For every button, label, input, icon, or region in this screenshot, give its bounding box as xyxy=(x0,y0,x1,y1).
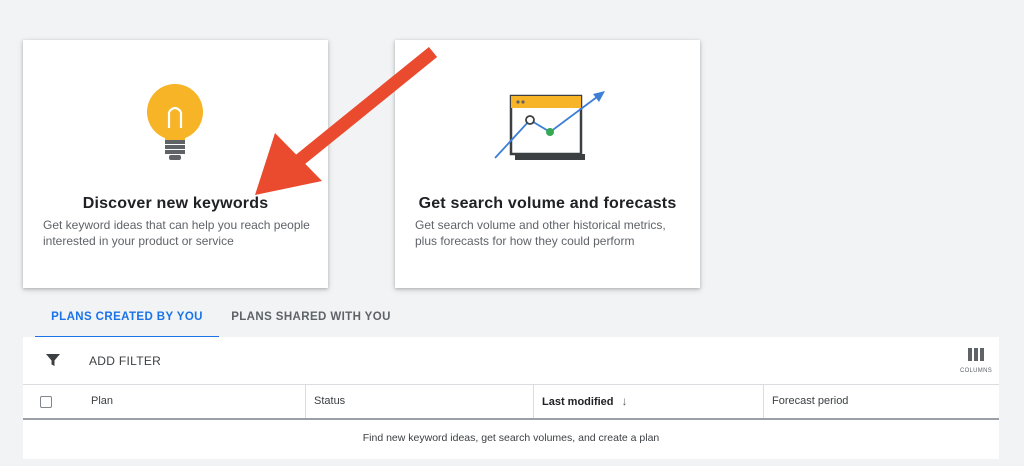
card-description: Get keyword ideas that can help you reac… xyxy=(43,218,310,248)
filter-bar: ADD FILTER COLUMNS xyxy=(23,337,999,385)
table-header-row: Plan Status Last modified ↓ Forecast peri… xyxy=(23,385,999,420)
columns-icon xyxy=(968,348,984,361)
column-header-plan[interactable]: Plan xyxy=(83,385,305,418)
forecast-chart-icon xyxy=(494,91,605,160)
discover-new-keywords-card[interactable]: Discover new keywords Get keyword ideas … xyxy=(23,40,328,288)
add-filter-button[interactable]: ADD FILTER xyxy=(89,354,161,368)
empty-table-message: Find new keyword ideas, get search volum… xyxy=(362,432,660,444)
columns-button[interactable]: COLUMNS xyxy=(959,348,993,374)
card-title: Discover new keywords xyxy=(82,195,269,212)
column-header-status[interactable]: Status xyxy=(305,385,533,418)
card-title: Get search volume and forecasts xyxy=(418,195,677,212)
tab-plans-created-by-you[interactable]: PLANS CREATED BY YOU xyxy=(35,300,219,338)
column-header-last-modified[interactable]: Last modified ↓ xyxy=(533,385,763,418)
plan-tabs: PLANS CREATED BY YOU PLANS SHARED WITH Y… xyxy=(23,300,999,338)
sort-arrow-down-icon: ↓ xyxy=(621,394,628,408)
column-header-forecast-period[interactable]: Forecast period xyxy=(763,385,999,418)
lightbulb-icon xyxy=(147,84,203,160)
select-all-checkbox[interactable] xyxy=(40,396,52,408)
filter-icon[interactable] xyxy=(45,352,61,368)
column-header-label: Last modified xyxy=(542,396,614,408)
tab-plans-shared-with-you[interactable]: PLANS SHARED WITH YOU xyxy=(223,300,399,336)
card-description: Get search volume and other historical m… xyxy=(415,218,666,248)
get-search-volume-card[interactable]: Get search volume and forecasts Get sear… xyxy=(395,40,700,288)
plans-table: ADD FILTER COLUMNS Plan Status Last modi… xyxy=(23,337,999,459)
columns-label: COLUMNS xyxy=(959,368,993,374)
